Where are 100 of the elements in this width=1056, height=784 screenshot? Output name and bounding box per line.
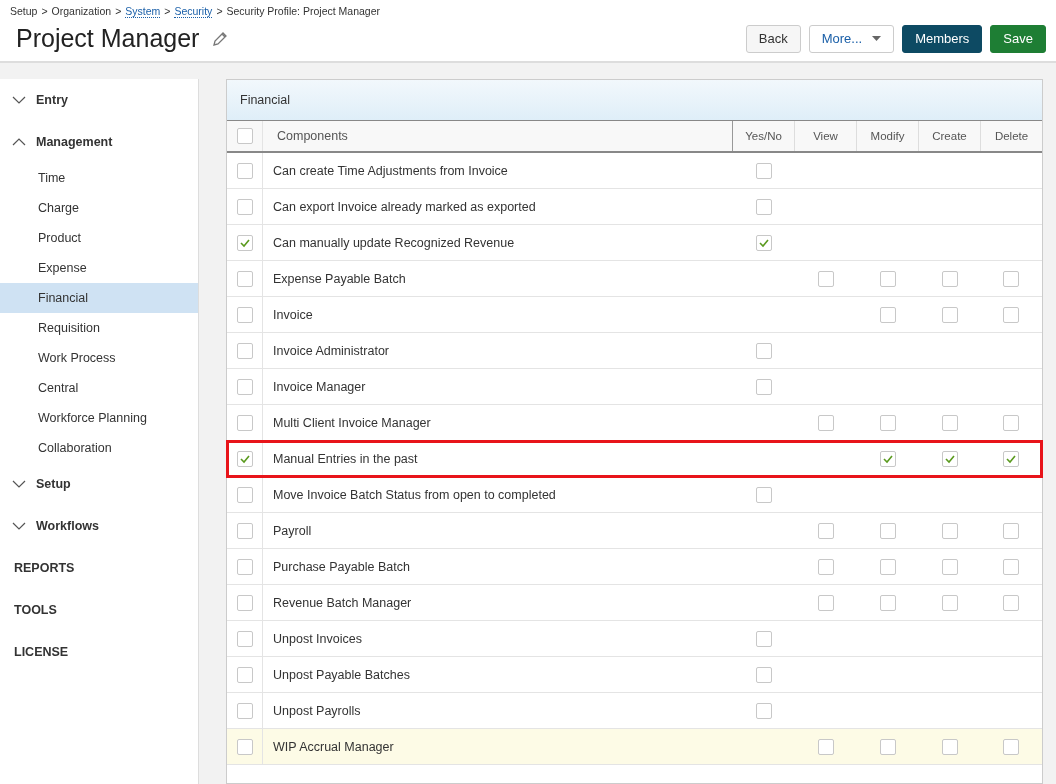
highlighted-row[interactable]: Manual Entries in the past: [227, 440, 1042, 477]
permission-checkbox[interactable]: [1003, 450, 1020, 467]
row-checkbox[interactable]: [236, 630, 253, 647]
component-name: Can create Time Adjustments from Invoice: [273, 163, 508, 178]
permission-checkbox[interactable]: [817, 594, 834, 611]
permission-checkbox[interactable]: [755, 630, 772, 647]
sidebar-item[interactable]: Financial: [0, 283, 198, 313]
sidebar-item[interactable]: Requisition: [0, 313, 198, 343]
action-button[interactable]: Save: [990, 24, 1046, 53]
sidebar-link[interactable]: LICENSE: [0, 631, 198, 673]
sidebar-section[interactable]: Workflows: [0, 505, 198, 547]
sidebar-link[interactable]: REPORTS: [0, 547, 198, 589]
row-checkbox[interactable]: [236, 558, 253, 575]
permission-checkbox[interactable]: [941, 558, 958, 575]
component-name: WIP Accrual Manager: [273, 739, 394, 754]
permission-checkbox[interactable]: [1003, 738, 1020, 755]
row-checkbox[interactable]: [236, 450, 253, 467]
row-checkbox[interactable]: [236, 198, 253, 215]
permission-checkbox[interactable]: [817, 558, 834, 575]
row-checkbox[interactable]: [236, 378, 253, 395]
sidebar-item[interactable]: Central: [0, 373, 198, 403]
column-header: View: [794, 121, 857, 152]
sidebar-item[interactable]: Charge: [0, 193, 198, 223]
column-header: Modify: [856, 121, 919, 152]
permission-checkbox[interactable]: [755, 198, 772, 215]
permission-checkbox[interactable]: [879, 558, 896, 575]
permission-checkbox[interactable]: [941, 738, 958, 755]
permission-checkbox[interactable]: [755, 234, 772, 251]
permission-checkbox[interactable]: [941, 522, 958, 539]
component-name: Unpost Payable Batches: [273, 667, 410, 682]
column-header: Yes/No: [732, 121, 795, 152]
breadcrumb-link[interactable]: System: [125, 5, 161, 18]
permission-checkbox[interactable]: [1003, 270, 1020, 287]
permission-checkbox[interactable]: [879, 450, 896, 467]
section-label: Workflows: [36, 519, 99, 533]
action-button[interactable]: Back: [745, 24, 801, 53]
permission-checkbox[interactable]: [879, 594, 896, 611]
permission-checkbox[interactable]: [1003, 594, 1020, 611]
sidebar-item[interactable]: Collaboration: [0, 433, 198, 463]
column-header: Delete: [980, 121, 1042, 152]
permission-checkbox[interactable]: [941, 306, 958, 323]
permission-checkbox[interactable]: [1003, 414, 1020, 431]
row-checkbox[interactable]: [236, 270, 253, 287]
action-button[interactable]: Members: [902, 24, 983, 53]
component-name: Payroll: [273, 523, 312, 538]
sidebar-link[interactable]: TOOLS: [0, 589, 198, 631]
permission-checkbox[interactable]: [941, 450, 958, 467]
row-checkbox[interactable]: [236, 702, 253, 719]
permission-checkbox[interactable]: [817, 738, 834, 755]
breadcrumb-item: Security Profile: Project Manager: [226, 5, 380, 18]
sidebar-item[interactable]: Product: [0, 223, 198, 253]
section-label: Setup: [36, 477, 71, 491]
breadcrumb-separator: >: [164, 5, 171, 18]
permission-checkbox[interactable]: [817, 522, 834, 539]
permission-checkbox[interactable]: [1003, 558, 1020, 575]
row-checkbox[interactable]: [236, 234, 253, 251]
row-checkbox[interactable]: [236, 486, 253, 503]
permission-checkbox[interactable]: [879, 738, 896, 755]
row-checkbox[interactable]: [236, 666, 253, 683]
row-checkbox[interactable]: [236, 162, 253, 179]
hovered-row[interactable]: WIP Accrual Manager: [227, 728, 1042, 765]
permission-checkbox[interactable]: [817, 414, 834, 431]
row-checkbox[interactable]: [236, 522, 253, 539]
panel-title: Financial: [227, 80, 1042, 121]
permission-checkbox[interactable]: [755, 342, 772, 359]
permission-checkbox[interactable]: [941, 594, 958, 611]
permission-checkbox[interactable]: [879, 270, 896, 287]
select-all-checkbox[interactable]: [236, 128, 253, 144]
sidebar-item[interactable]: Expense: [0, 253, 198, 283]
permission-checkbox[interactable]: [755, 162, 772, 179]
permission-checkbox[interactable]: [941, 414, 958, 431]
component-name: Revenue Batch Manager: [273, 595, 412, 610]
component-name: Can export Invoice already marked as exported: [273, 199, 536, 214]
breadcrumb-link[interactable]: Security: [174, 5, 213, 18]
row-checkbox[interactable]: [236, 414, 253, 431]
permission-checkbox[interactable]: [817, 270, 834, 287]
permission-checkbox[interactable]: [941, 270, 958, 287]
component-name: Move Invoice Batch Status from open to completed: [273, 487, 556, 502]
breadcrumb-separator: >: [115, 5, 122, 18]
permission-checkbox[interactable]: [755, 378, 772, 395]
permission-checkbox[interactable]: [755, 702, 772, 719]
permission-checkbox[interactable]: [879, 414, 896, 431]
permission-checkbox[interactable]: [755, 666, 772, 683]
permission-checkbox[interactable]: [879, 522, 896, 539]
caret-icon: [872, 36, 882, 41]
sidebar-item[interactable]: Time: [0, 163, 198, 193]
permission-checkbox[interactable]: [1003, 522, 1020, 539]
row-checkbox[interactable]: [236, 306, 253, 323]
permission-checkbox[interactable]: [755, 486, 772, 503]
sidebar-section[interactable]: Management: [0, 121, 198, 163]
row-checkbox[interactable]: [236, 594, 253, 611]
permission-checkbox[interactable]: [1003, 306, 1020, 323]
sidebar-item[interactable]: Work Process: [0, 343, 198, 373]
sidebar-item[interactable]: Workforce Planning: [0, 403, 198, 433]
row-checkbox[interactable]: [236, 342, 253, 359]
sidebar-section[interactable]: Entry: [0, 79, 198, 121]
sidebar-section[interactable]: Setup: [0, 463, 198, 505]
row-checkbox[interactable]: [236, 738, 253, 755]
more-dropdown[interactable]: More...: [808, 24, 895, 53]
permission-checkbox[interactable]: [879, 306, 896, 323]
